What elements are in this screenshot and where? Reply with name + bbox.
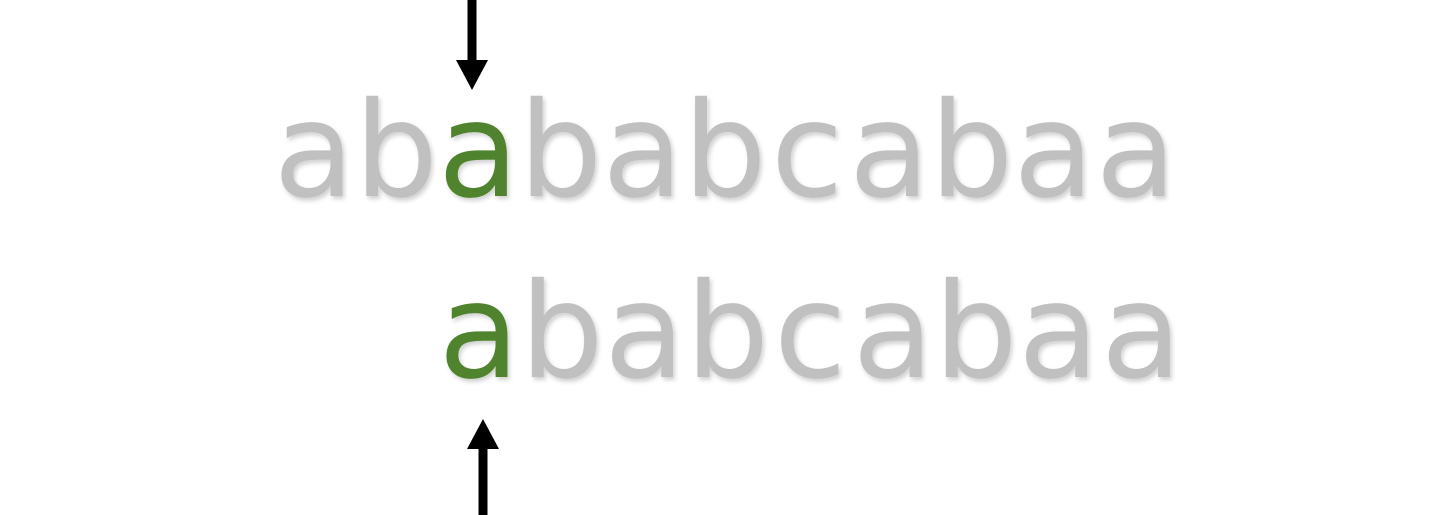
arrow-up-icon (467, 419, 499, 515)
text-char: b (683, 74, 767, 228)
bottom-pointer-head (467, 419, 499, 449)
text-char: a (849, 74, 930, 228)
text-char-highlighted: a (438, 74, 519, 228)
text-char: b (930, 74, 1014, 228)
string-matching-diagram: abababcabaa ababcabaa (274, 0, 1182, 515)
pattern-char: b (520, 255, 604, 409)
text-char: b (519, 74, 603, 228)
text-char: b (354, 74, 438, 228)
pattern-char: a (853, 255, 934, 409)
pattern-char: a (604, 255, 685, 409)
text-char: a (1096, 74, 1177, 228)
pattern-char: b (934, 255, 1018, 409)
pattern-char-highlighted: a (439, 255, 520, 409)
text-string-row: abababcabaa (274, 74, 1177, 228)
text-char: c (771, 74, 844, 228)
pattern-char: a (1018, 255, 1099, 409)
text-char: a (1013, 74, 1094, 228)
pattern-char: a (1101, 255, 1182, 409)
pattern-char: c (774, 255, 847, 409)
text-char: a (602, 74, 683, 228)
pattern-string-row: ababcabaa (439, 255, 1182, 409)
pattern-char: b (686, 255, 770, 409)
text-char: a (274, 74, 355, 228)
